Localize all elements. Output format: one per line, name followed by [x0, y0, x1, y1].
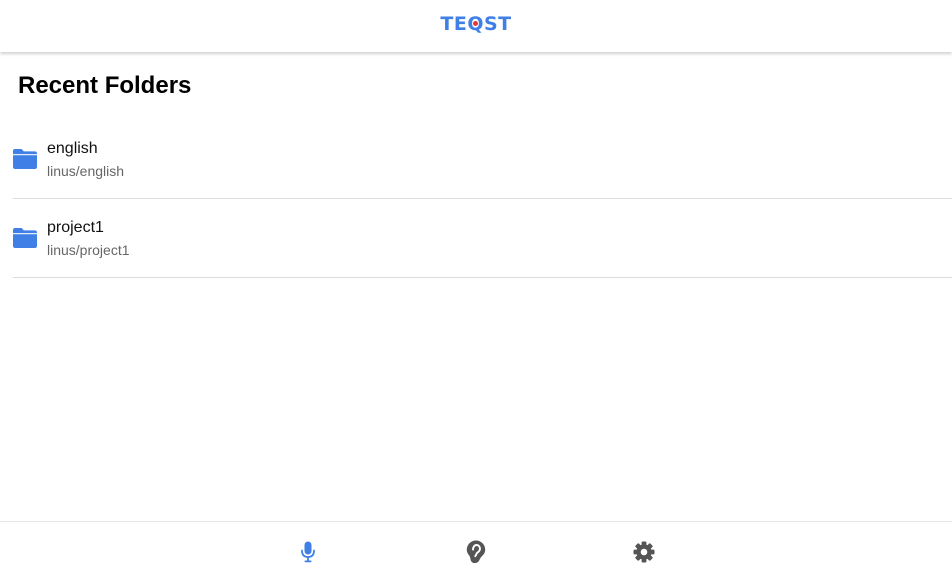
recent-folders-list: english linus/english project1 linus/pro… [13, 120, 952, 278]
nav-record-button[interactable] [296, 540, 320, 564]
folder-list-item[interactable]: english linus/english [13, 120, 952, 199]
top-app-bar: TEQST [0, 0, 952, 52]
app-window: TEQST Recent Folders english linus/engli… [0, 0, 952, 579]
nav-settings-button[interactable] [632, 540, 656, 564]
folder-icon [13, 149, 37, 169]
microphone-icon [301, 541, 315, 563]
logo-text-suffix: ST [483, 12, 512, 35]
folder-icon [13, 228, 37, 248]
folder-path: linus/english [47, 163, 125, 179]
bottom-navigation-bar [0, 521, 952, 579]
folder-list-item[interactable]: project1 linus/project1 [13, 199, 952, 278]
folder-name: english [47, 140, 98, 157]
page-title: Recent Folders [18, 72, 192, 99]
logo-letter-q: Q [467, 13, 484, 35]
logo-text-prefix: TE [440, 12, 468, 35]
folder-name: project1 [47, 219, 104, 236]
ear-icon [466, 540, 486, 564]
folder-path: linus/project1 [47, 242, 130, 258]
teqst-logo: TEQST [440, 13, 511, 35]
gear-icon [633, 541, 655, 563]
nav-listen-button[interactable] [464, 540, 488, 564]
